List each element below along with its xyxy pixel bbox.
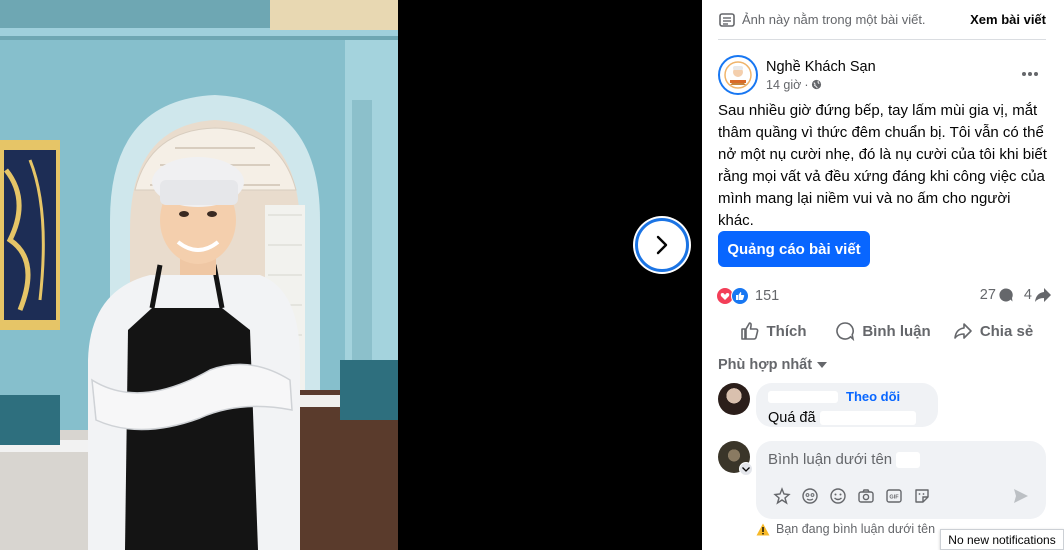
post-actions: Thích Bình luận Chia sẻ xyxy=(718,314,1048,348)
sticker-icon[interactable] xyxy=(908,485,936,507)
svg-text:GIF: GIF xyxy=(889,495,899,501)
comment-count-value: 27 xyxy=(979,287,996,303)
comment-text-redacted xyxy=(819,411,916,425)
post-note-bar: Ảnh này nằm trong một bài viết. Xem bài … xyxy=(718,0,1046,40)
caret-down-icon xyxy=(817,362,828,368)
view-post-link[interactable]: Xem bài viết xyxy=(970,12,1046,27)
commenter-avatar[interactable] xyxy=(718,383,750,415)
share-icon xyxy=(954,323,972,339)
thumbs-up-icon xyxy=(740,322,758,340)
reaction-count: 151 xyxy=(755,288,780,304)
more-horizontal-icon xyxy=(1022,72,1038,76)
comment-sort-dropdown[interactable]: Phù hợp nhất xyxy=(718,357,828,373)
post-icon xyxy=(719,12,735,27)
like-button[interactable]: Thích xyxy=(718,314,828,348)
comment-bubble: Theo dõi Quá đã xyxy=(756,383,938,427)
chevron-right-icon xyxy=(656,235,668,255)
share-count-value: 4 xyxy=(1023,287,1032,303)
comment-composer: Bình luận dưới tên GIF xyxy=(718,441,1046,519)
comment-bubble-icon xyxy=(999,288,1013,302)
like-label: Thích xyxy=(766,322,807,340)
notification-toast: No new notifications xyxy=(940,529,1064,550)
identity-redacted xyxy=(896,451,921,468)
commenter-name-redacted xyxy=(768,390,838,403)
time-separator: · xyxy=(804,77,809,92)
post-time-text[interactable]: 14 giờ xyxy=(766,78,801,92)
comment-item: Theo dõi Quá đã xyxy=(718,383,938,427)
send-icon xyxy=(1014,489,1028,503)
share-arrow-icon xyxy=(1035,288,1051,302)
current-user-avatar[interactable] xyxy=(718,441,753,476)
warning-text: Bạn đang bình luận dưới tên xyxy=(776,522,936,536)
next-photo-button[interactable] xyxy=(635,218,689,272)
page-name[interactable]: Nghề Khách Sạn xyxy=(766,59,876,75)
warning-icon xyxy=(756,523,770,535)
post-time: 14 giờ · xyxy=(766,78,876,92)
send-button[interactable] xyxy=(1010,485,1032,507)
comment-button[interactable]: Bình luận xyxy=(828,314,938,348)
comment-placeholder: Bình luận dưới tên xyxy=(768,451,893,468)
share-count[interactable]: 4 xyxy=(1024,287,1052,303)
post-note-text: Ảnh này nằm trong một bài viết. xyxy=(742,12,926,27)
engagement-counts: 27 4 xyxy=(970,287,1052,303)
comment-count[interactable]: 27 xyxy=(980,287,1014,303)
gif-icon[interactable]: GIF xyxy=(880,485,908,507)
post-panel: Ảnh này nằm trong một bài viết. Xem bài … xyxy=(702,0,1064,550)
identity-warning: Bạn đang bình luận dưới tên xyxy=(756,522,935,536)
chevron-down-icon[interactable] xyxy=(739,462,753,476)
composer-toolbar: GIF xyxy=(768,485,936,507)
emoji-icon[interactable] xyxy=(824,485,852,507)
more-options-button[interactable] xyxy=(1018,64,1042,84)
comment-icon xyxy=(836,322,855,341)
sort-label: Phù hợp nhất xyxy=(718,357,813,373)
globe-icon xyxy=(812,79,822,90)
photo-viewer xyxy=(0,0,702,550)
page-logo-icon xyxy=(724,61,752,89)
reaction-summary[interactable]: 151 xyxy=(716,287,779,305)
like-reaction-icon xyxy=(731,287,749,305)
emoji-avatar-icon[interactable] xyxy=(796,485,824,507)
share-label: Chia sẻ xyxy=(979,322,1034,340)
camera-icon[interactable] xyxy=(852,485,880,507)
follow-button[interactable]: Theo dõi xyxy=(846,389,900,404)
share-button[interactable]: Chia sẻ xyxy=(938,314,1048,348)
avatar-sticker-icon[interactable] xyxy=(768,485,796,507)
comment-input-box[interactable]: Bình luận dưới tên GIF xyxy=(756,441,1046,519)
post-text: Sau nhiều giờ đứng bếp, tay lấm mùi gia … xyxy=(718,102,1047,229)
post-photo xyxy=(0,0,398,550)
comment-input[interactable]: Bình luận dưới tên xyxy=(768,451,921,468)
post-author: Nghề Khách Sạn 14 giờ · xyxy=(718,55,876,95)
page-avatar[interactable] xyxy=(718,55,758,95)
comment-label: Bình luận xyxy=(862,322,931,340)
boost-post-button[interactable]: Quảng cáo bài viết xyxy=(718,231,870,267)
comment-text: Quá đã xyxy=(768,410,816,426)
